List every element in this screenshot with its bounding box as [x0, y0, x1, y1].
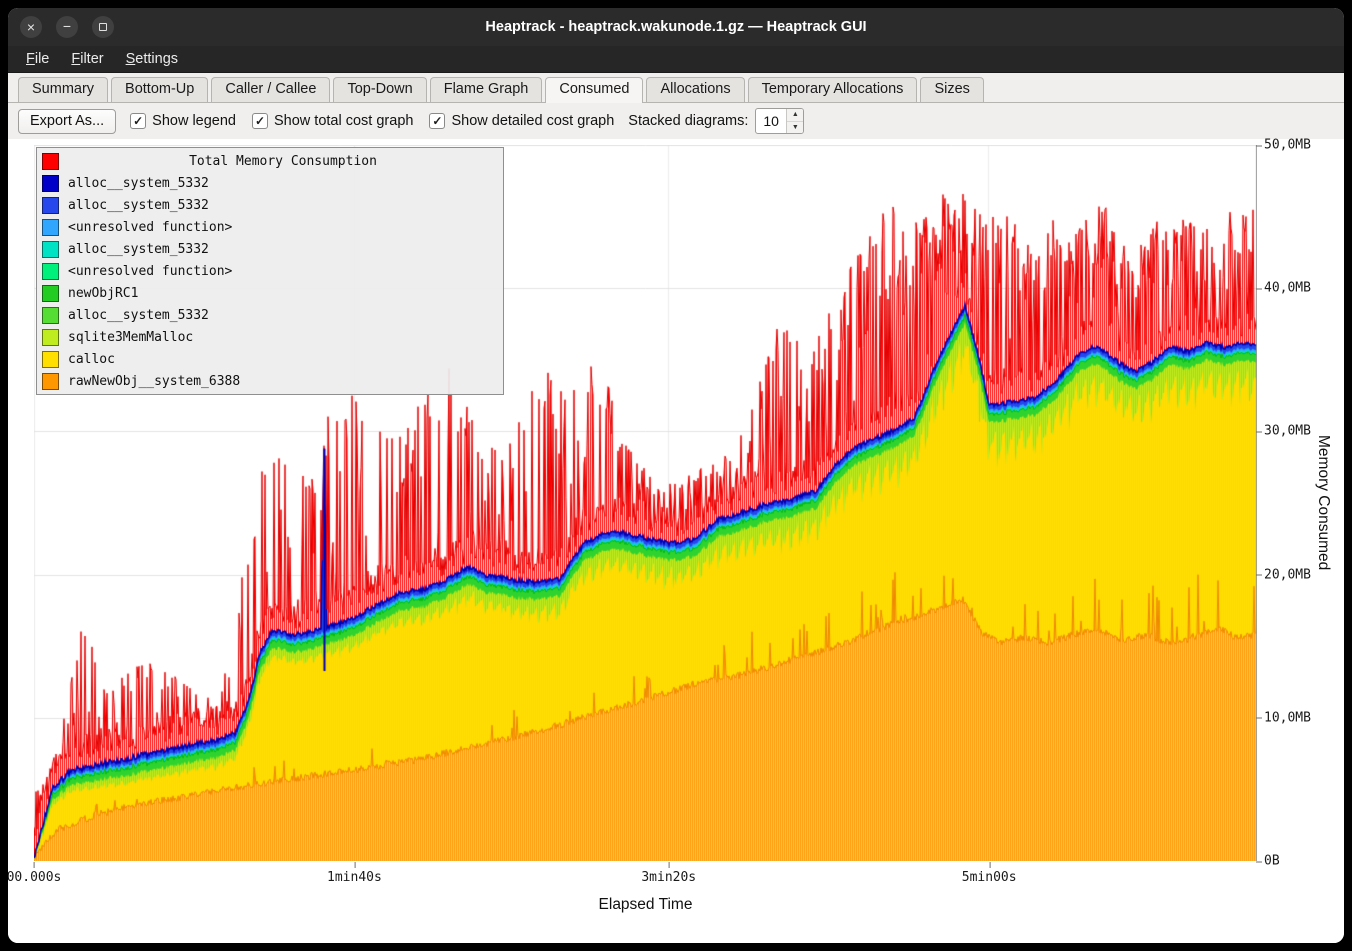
x-tick-label: 3min20s [641, 870, 696, 885]
legend-entry: alloc__system_5332 [42, 194, 498, 216]
menu-bar: File Filter Settings [8, 46, 1344, 73]
legend-entry-label: <unresolved function> [68, 264, 232, 279]
y-tick-label: 30,0MB [1264, 424, 1311, 439]
legend-entry-label: rawNewObj__system_6388 [68, 374, 240, 389]
legend-entry-label: alloc__system_5332 [68, 242, 209, 257]
spin-up-button[interactable]: ▲ [787, 109, 803, 122]
maximize-icon [99, 23, 107, 31]
legend-swatch [42, 329, 59, 346]
legend-title-row: Total Memory Consumption [42, 150, 498, 172]
checkbox-label: Show detailed cost graph [451, 113, 614, 129]
stacked-diagrams-value[interactable]: 10 [756, 109, 786, 133]
legend-entry: alloc__system_5332 [42, 304, 498, 326]
tab-temporary-allocations[interactable]: Temporary Allocations [748, 77, 918, 102]
checkbox-show-total-cost-graph[interactable]: ✓ Show total cost graph [252, 113, 413, 129]
legend-entry: calloc [42, 348, 498, 370]
memory-consumption-chart: Total Memory Consumption alloc__system_53… [8, 139, 1344, 943]
x-tick-label: 1min40s [327, 870, 382, 885]
y-axis-title: Memory Consumed [1314, 145, 1332, 861]
x-tick-label: 5min00s [962, 870, 1017, 885]
stacked-diagrams-label: Stacked diagrams: [628, 113, 748, 129]
legend-entry-label: <unresolved function> [68, 220, 232, 235]
spin-down-button[interactable]: ▼ [787, 122, 803, 134]
y-tick-label: 0B [1264, 854, 1280, 869]
tab-summary[interactable]: Summary [18, 77, 108, 102]
minimize-icon: − [63, 19, 71, 33]
x-axis-title: Elapsed Time [34, 896, 1257, 914]
y-tick-label: 10,0MB [1264, 710, 1311, 725]
tab-top-down[interactable]: Top-Down [333, 77, 426, 102]
checkbox-show-legend[interactable]: ✓ Show legend [130, 113, 236, 129]
window-controls: × − [20, 16, 114, 38]
checkbox-label: Show legend [152, 113, 236, 129]
title-bar: × − Heaptrack - heaptrack.wakunode.1.gz … [8, 8, 1344, 46]
application-window: × − Heaptrack - heaptrack.wakunode.1.gz … [8, 8, 1344, 943]
legend-entry-label: sqlite3MemMalloc [68, 330, 193, 345]
legend-swatch [42, 153, 59, 170]
y-tick-label: 40,0MB [1264, 281, 1311, 296]
tab-bar: SummaryBottom-UpCaller / CalleeTop-DownF… [8, 73, 1344, 103]
checkmark-icon[interactable]: ✓ [429, 113, 445, 129]
chart-legend: Total Memory Consumption alloc__system_53… [36, 147, 504, 395]
tab-sizes[interactable]: Sizes [920, 77, 983, 102]
legend-swatch [42, 241, 59, 258]
legend-swatch [42, 263, 59, 280]
toolbar: Export As... ✓ Show legend ✓ Show total cos… [8, 103, 1344, 139]
toolbar-checkboxes: ✓ Show legend ✓ Show total cost graph ✓ Show … [130, 113, 614, 129]
legend-swatch [42, 285, 59, 302]
legend-swatch [42, 175, 59, 192]
close-button[interactable]: × [20, 16, 42, 38]
y-tick-label: 50,0MB [1264, 138, 1311, 153]
menu-filter[interactable]: Filter [61, 48, 113, 70]
minimize-button[interactable]: − [56, 16, 78, 38]
checkmark-icon[interactable]: ✓ [130, 113, 146, 129]
checkbox-label: Show total cost graph [274, 113, 413, 129]
legend-entry: alloc__system_5332 [42, 238, 498, 260]
legend-title: Total Memory Consumption [68, 154, 498, 169]
close-icon: × [27, 20, 35, 34]
legend-entry-label: alloc__system_5332 [68, 198, 209, 213]
spinner-buttons: ▲ ▼ [786, 109, 803, 133]
legend-entry-label: calloc [68, 352, 115, 367]
window-title: Heaptrack - heaptrack.wakunode.1.gz — He… [8, 19, 1344, 35]
maximize-button[interactable] [92, 16, 114, 38]
legend-entry: <unresolved function> [42, 260, 498, 282]
y-tick-label: 20,0MB [1264, 567, 1311, 582]
tab-caller-callee[interactable]: Caller / Callee [211, 77, 330, 102]
legend-entry: rawNewObj__system_6388 [42, 370, 498, 392]
legend-swatch [42, 351, 59, 368]
tab-bottom-up[interactable]: Bottom-Up [111, 77, 208, 102]
legend-entry: <unresolved function> [42, 216, 498, 238]
export-as-button[interactable]: Export As... [18, 109, 116, 134]
legend-swatch [42, 219, 59, 236]
legend-entry: sqlite3MemMalloc [42, 326, 498, 348]
tab-flame-graph[interactable]: Flame Graph [430, 77, 543, 102]
stacked-diagrams-spinner[interactable]: 10 ▲ ▼ [755, 108, 804, 134]
checkbox-show-detailed-cost-graph[interactable]: ✓ Show detailed cost graph [429, 113, 614, 129]
legend-entry-label: alloc__system_5332 [68, 308, 209, 323]
tab-allocations[interactable]: Allocations [646, 77, 744, 102]
x-tick-label: 00.000s [8, 870, 61, 885]
checkmark-icon[interactable]: ✓ [252, 113, 268, 129]
menu-file[interactable]: File [16, 48, 59, 70]
menu-settings[interactable]: Settings [116, 48, 188, 70]
legend-swatch [42, 197, 59, 214]
stacked-diagrams-group: Stacked diagrams: 10 ▲ ▼ [628, 108, 804, 134]
tab-consumed[interactable]: Consumed [545, 77, 643, 103]
legend-entry: alloc__system_5332 [42, 172, 498, 194]
legend-entry: newObjRC1 [42, 282, 498, 304]
legend-swatch [42, 373, 59, 390]
legend-swatch [42, 307, 59, 324]
legend-entry-label: alloc__system_5332 [68, 176, 209, 191]
legend-entry-label: newObjRC1 [68, 286, 138, 301]
